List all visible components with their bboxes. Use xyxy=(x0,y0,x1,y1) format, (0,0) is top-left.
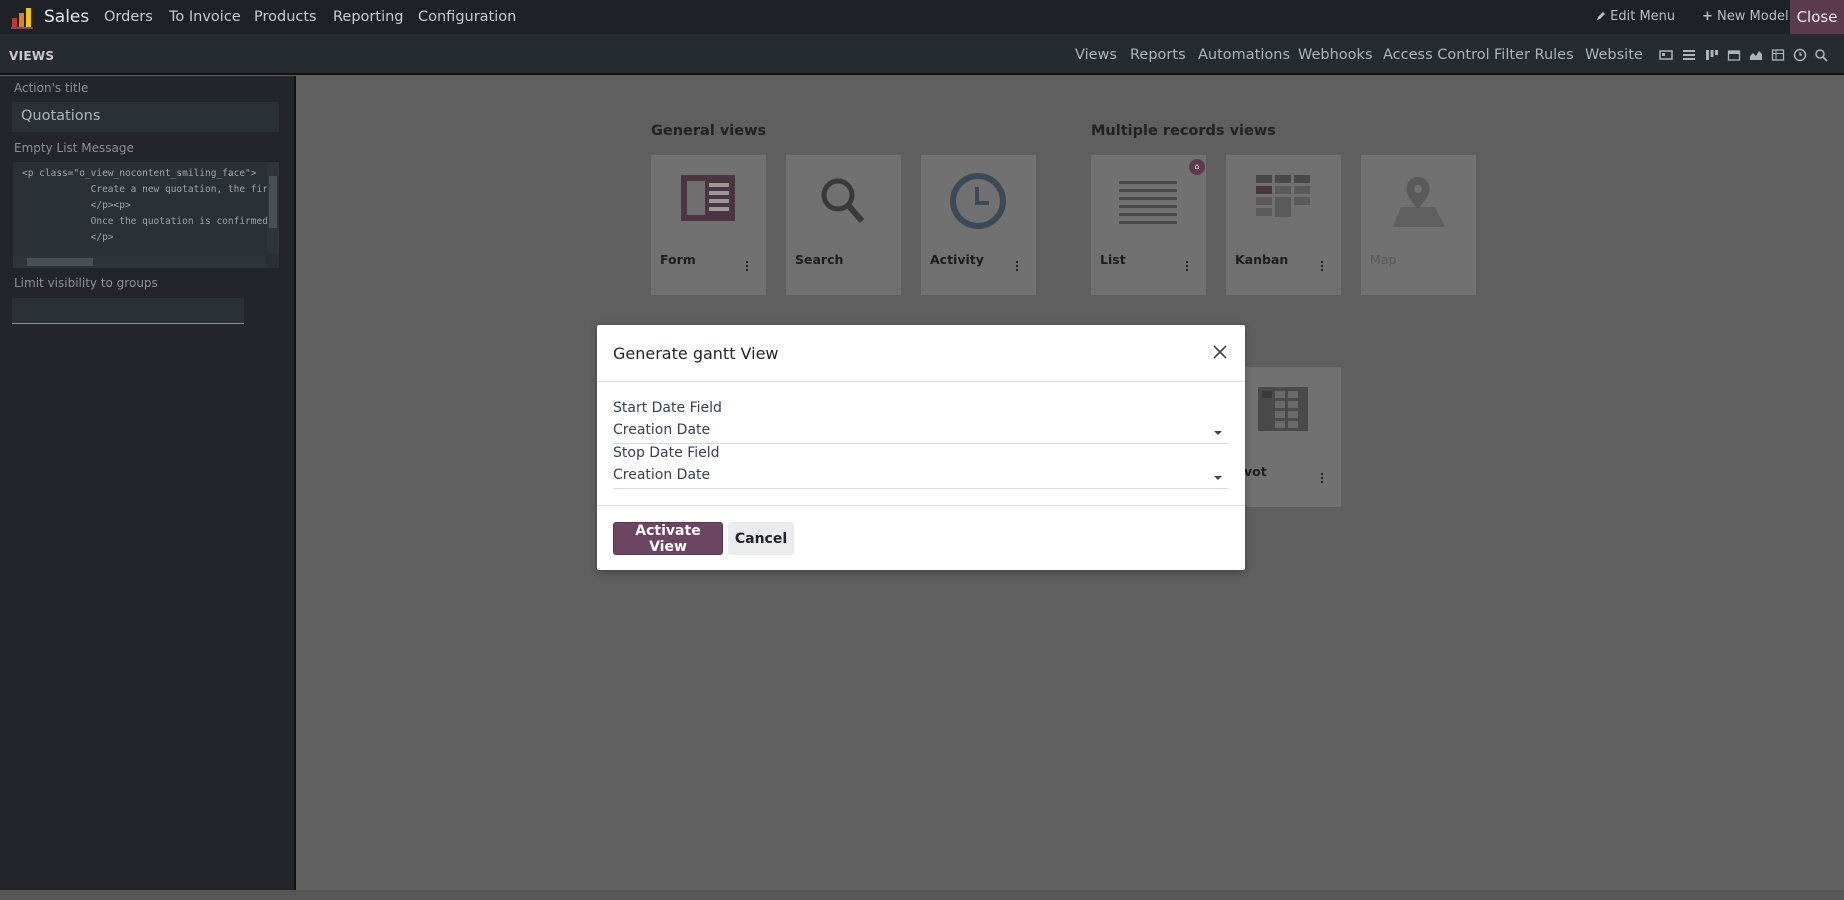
clock-icon xyxy=(950,173,1006,229)
form-view-icon xyxy=(681,175,735,221)
view-card-label: Search xyxy=(795,252,844,267)
home-badge-icon: ⌂ xyxy=(1189,159,1205,175)
empty-list-label: Empty List Message xyxy=(14,141,134,155)
menu-reporting[interactable]: Reporting xyxy=(333,9,404,25)
view-card-label: vot xyxy=(1244,464,1267,479)
nav-reports[interactable]: Reports xyxy=(1130,47,1186,63)
nav-filter-rules[interactable]: Filter Rules xyxy=(1494,47,1574,63)
top-navbar: Sales Orders To Invoice Products Reporti… xyxy=(0,0,1844,34)
pivot-view-icon[interactable] xyxy=(1771,48,1785,62)
activity-view-icon[interactable] xyxy=(1793,48,1807,62)
code-line: Once the quotation is confirmed xyxy=(22,216,268,227)
multiple-views-title: Multiple records views xyxy=(1091,123,1276,139)
dialog-title: Generate gantt View xyxy=(613,344,779,363)
view-card-activity[interactable]: Activity xyxy=(921,155,1036,295)
studio-subbar: VIEWS Views Reports Automations Webhooks… xyxy=(0,34,1844,75)
properties-sidebar: Action's title Quotations Empty List Mes… xyxy=(0,76,296,890)
stop-date-label: Stop Date Field xyxy=(613,445,720,461)
view-card-kanban[interactable]: Kanban xyxy=(1226,155,1341,295)
graph-view-icon[interactable] xyxy=(1749,48,1763,62)
nav-access-control[interactable]: Access Control xyxy=(1383,47,1490,63)
new-model-button[interactable]: + New Model xyxy=(1702,9,1789,24)
view-card-label: Activity xyxy=(930,252,984,267)
start-date-select[interactable]: Creation Date xyxy=(613,422,1228,444)
kanban-view-icon[interactable] xyxy=(1705,48,1719,62)
view-card-label: Map xyxy=(1370,252,1397,267)
view-card-map[interactable]: Map xyxy=(1361,155,1476,295)
kanban-view-icon xyxy=(1256,175,1310,217)
edit-menu-button[interactable]: Edit Menu xyxy=(1596,9,1675,24)
menu-configuration[interactable]: Configuration xyxy=(418,9,516,25)
start-date-label: Start Date Field xyxy=(613,400,722,416)
app-name[interactable]: Sales xyxy=(44,7,89,27)
calendar-view-icon[interactable] xyxy=(1727,48,1741,62)
map-pin-icon xyxy=(1393,177,1445,227)
card-menu-icon[interactable] xyxy=(746,261,748,271)
view-card-form[interactable]: Form xyxy=(651,155,766,295)
groups-select[interactable] xyxy=(12,298,244,324)
start-date-value: Creation Date xyxy=(613,422,711,438)
scrollbar-thumb[interactable] xyxy=(269,176,277,228)
menu-to-invoice[interactable]: To Invoice xyxy=(169,9,241,25)
dialog-footer: Activate View Cancel xyxy=(597,505,1245,570)
code-line: <p class="o_view_nocontent_smiling_face"… xyxy=(22,168,257,179)
view-card-label: Form xyxy=(660,252,696,267)
dialog-header: Generate gantt View xyxy=(597,325,1245,382)
chevron-down-icon xyxy=(1214,476,1222,480)
view-card-search[interactable]: Search xyxy=(786,155,901,295)
nav-automations[interactable]: Automations xyxy=(1198,47,1290,63)
new-model-label: New Model xyxy=(1717,9,1789,24)
pivot-view-icon xyxy=(1258,387,1308,431)
plus-icon: + xyxy=(1702,9,1713,24)
list-view-icon[interactable] xyxy=(1682,48,1696,62)
search-icon xyxy=(821,178,865,223)
nav-webhooks[interactable]: Webhooks xyxy=(1298,47,1373,63)
action-title-label: Action's title xyxy=(14,81,89,95)
view-card-label: Kanban xyxy=(1235,252,1289,267)
chevron-down-icon xyxy=(1214,431,1222,435)
form-view-icon[interactable] xyxy=(1659,48,1673,62)
empty-list-textarea[interactable]: <p class="o_view_nocontent_smiling_face"… xyxy=(13,162,279,268)
card-menu-icon[interactable] xyxy=(1016,261,1018,271)
close-button[interactable]: Close xyxy=(1790,0,1844,34)
menu-products[interactable]: Products xyxy=(254,9,317,25)
search-view-icon[interactable] xyxy=(1814,48,1828,62)
code-line: </p> xyxy=(22,232,114,243)
pencil-icon xyxy=(1597,12,1605,20)
general-views-title: General views xyxy=(651,123,767,139)
list-view-icon xyxy=(1119,181,1177,224)
activate-view-button[interactable]: Activate View xyxy=(613,522,723,555)
nav-views[interactable]: Views xyxy=(1075,47,1117,63)
view-card-list[interactable]: ⌂ List xyxy=(1091,155,1206,295)
code-line: </p><p> xyxy=(22,200,131,211)
view-card-label: List xyxy=(1100,252,1126,267)
generate-gantt-dialog: Generate gantt View Start Date Field Cre… xyxy=(597,325,1245,570)
stop-date-select[interactable]: Creation Date xyxy=(613,467,1228,489)
edit-menu-label: Edit Menu xyxy=(1610,9,1676,24)
bottom-strip xyxy=(0,890,1844,900)
code-line: Create a new quotation, the firs xyxy=(22,184,274,195)
scrollbar-thumb[interactable] xyxy=(27,258,93,266)
vertical-scrollbar[interactable] xyxy=(267,162,279,254)
sales-app-icon[interactable] xyxy=(10,4,36,30)
cancel-button[interactable]: Cancel xyxy=(728,522,794,555)
groups-label: Limit visibility to groups xyxy=(14,276,158,290)
card-menu-icon[interactable] xyxy=(1321,261,1323,271)
horizontal-scrollbar[interactable] xyxy=(13,256,265,268)
nav-website[interactable]: Website xyxy=(1585,47,1643,63)
stop-date-value: Creation Date xyxy=(613,467,711,483)
card-menu-icon[interactable] xyxy=(1321,473,1323,483)
section-title: VIEWS xyxy=(9,49,55,63)
action-title-input[interactable]: Quotations xyxy=(12,102,279,132)
menu-orders[interactable]: Orders xyxy=(104,9,153,25)
close-icon[interactable] xyxy=(1211,343,1229,361)
card-menu-icon[interactable] xyxy=(1186,261,1188,271)
